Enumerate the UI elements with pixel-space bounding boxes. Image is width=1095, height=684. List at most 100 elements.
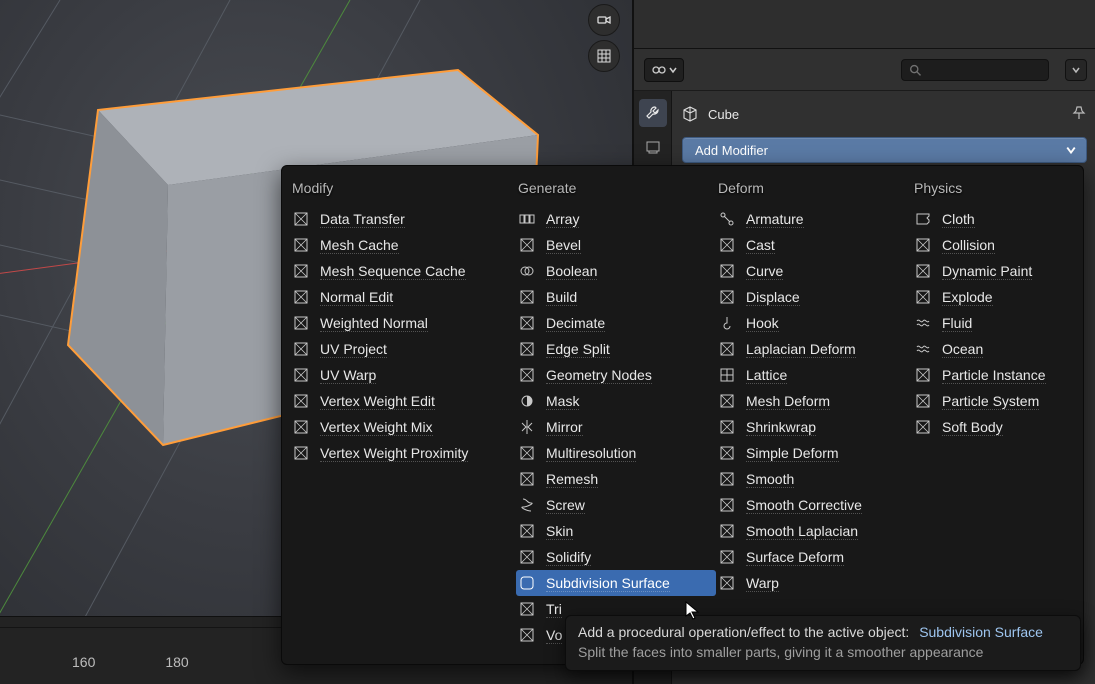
menu-item-array[interactable]: Array	[516, 206, 716, 232]
menu-item-surface-deform[interactable]: Surface Deform	[716, 544, 912, 570]
menu-item-label: Subdivision Surface	[546, 575, 670, 592]
menu-item-particle-system[interactable]: Particle System	[912, 388, 1077, 414]
menu-item-simple-deform[interactable]: Simple Deform	[716, 440, 912, 466]
fluid-icon	[914, 314, 932, 332]
menu-item-lattice[interactable]: Lattice	[716, 362, 912, 388]
mesh-cube-icon	[682, 106, 698, 122]
tab-tool[interactable]	[639, 99, 667, 127]
properties-editor-icon	[651, 62, 667, 78]
vertex-weight-edit-icon	[292, 392, 310, 410]
search-icon	[908, 62, 922, 78]
tooltip-modifier-name: Subdivision Surface	[919, 624, 1043, 640]
menu-item-subdivision-surface[interactable]: Subdivision Surface	[516, 570, 716, 596]
menu-item-soft-body[interactable]: Soft Body	[912, 414, 1077, 440]
menu-item-decimate[interactable]: Decimate	[516, 310, 716, 336]
menu-item-fluid[interactable]: Fluid	[912, 310, 1077, 336]
menu-item-smooth[interactable]: Smooth	[716, 466, 912, 492]
menu-item-label: Bevel	[546, 237, 581, 254]
timeline-tick: 160	[72, 654, 95, 678]
chevron-down-icon	[1072, 66, 1080, 74]
menu-item-label: Build	[546, 289, 577, 306]
menu-item-label: Particle System	[942, 393, 1039, 410]
add-modifier-menu[interactable]: ModifyData TransferMesh CacheMesh Sequen…	[281, 165, 1084, 665]
menu-item-displace[interactable]: Displace	[716, 284, 912, 310]
menu-item-hook[interactable]: Hook	[716, 310, 912, 336]
menu-item-shrinkwrap[interactable]: Shrinkwrap	[716, 414, 912, 440]
menu-item-skin[interactable]: Skin	[516, 518, 716, 544]
mask-icon	[519, 393, 535, 409]
menu-item-uv-warp[interactable]: UV Warp	[290, 362, 516, 388]
menu-item-ocean[interactable]: Ocean	[912, 336, 1077, 362]
menu-item-laplacian-deform[interactable]: Laplacian Deform	[716, 336, 912, 362]
menu-item-mask[interactable]: Mask	[516, 388, 716, 414]
menu-item-normal-edit[interactable]: Normal Edit	[290, 284, 516, 310]
menu-item-geometry-nodes[interactable]: Geometry Nodes	[516, 362, 716, 388]
menu-item-remesh[interactable]: Remesh	[516, 466, 716, 492]
tab-render[interactable]	[639, 133, 667, 161]
menu-item-edge-split[interactable]: Edge Split	[516, 336, 716, 362]
menu-column-header: Modify	[290, 176, 516, 206]
mask-icon	[518, 392, 536, 410]
menu-item-uv-project[interactable]: UV Project	[290, 336, 516, 362]
menu-item-boolean[interactable]: Boolean	[516, 258, 716, 284]
menu-item-mirror[interactable]: Mirror	[516, 414, 716, 440]
menu-item-label: Skin	[546, 523, 573, 540]
menu-item-mesh-sequence-cache[interactable]: Mesh Sequence Cache	[290, 258, 516, 284]
menu-item-curve[interactable]: Curve	[716, 258, 912, 284]
viewport-shading-button[interactable]	[588, 40, 620, 72]
menu-item-dynamic-paint[interactable]: Dynamic Paint	[912, 258, 1077, 284]
menu-item-label: Boolean	[546, 263, 597, 280]
menu-item-mesh-cache[interactable]: Mesh Cache	[290, 232, 516, 258]
menu-item-collision[interactable]: Collision	[912, 232, 1077, 258]
menu-item-build[interactable]: Build	[516, 284, 716, 310]
properties-options-button[interactable]	[1065, 59, 1087, 81]
menu-item-mesh-deform[interactable]: Mesh Deform	[716, 388, 912, 414]
menu-item-screw[interactable]: Screw	[516, 492, 716, 518]
bevel-icon	[518, 236, 536, 254]
menu-item-vertex-weight-edit[interactable]: Vertex Weight Edit	[290, 388, 516, 414]
menu-item-smooth-laplacian[interactable]: Smooth Laplacian	[716, 518, 912, 544]
uv-project-icon	[293, 341, 309, 357]
tooltip: Add a procedural operation/effect to the…	[565, 615, 1081, 671]
menu-item-smooth-corrective[interactable]: Smooth Corrective	[716, 492, 912, 518]
vertex-weight-edit-icon	[293, 393, 309, 409]
smooth-corrective-icon	[718, 496, 736, 514]
menu-item-label: Soft Body	[942, 419, 1003, 436]
menu-item-vertex-weight-mix[interactable]: Vertex Weight Mix	[290, 414, 516, 440]
menu-item-label: Weighted Normal	[320, 315, 428, 332]
menu-item-solidify[interactable]: Solidify	[516, 544, 716, 570]
add-modifier-label: Add Modifier	[695, 143, 768, 158]
volume-to-mesh-icon	[519, 627, 535, 643]
menu-column-generate: GenerateArray Bevel Boolean Build Decimate Ed…	[516, 176, 716, 648]
menu-item-data-transfer[interactable]: Data Transfer	[290, 206, 516, 232]
editor-type-selector[interactable]	[644, 58, 684, 82]
ocean-icon	[914, 340, 932, 358]
menu-item-cast[interactable]: Cast	[716, 232, 912, 258]
menu-item-particle-instance[interactable]: Particle Instance	[912, 362, 1077, 388]
active-object-row: Cube	[682, 99, 1087, 129]
timeline-tick: 180	[165, 654, 188, 678]
menu-item-label: Decimate	[546, 315, 605, 332]
build-icon	[518, 288, 536, 306]
array-icon	[518, 210, 536, 228]
menu-item-armature[interactable]: Armature	[716, 206, 912, 232]
menu-item-explode[interactable]: Explode	[912, 284, 1077, 310]
viewport-camera-button[interactable]	[588, 4, 620, 36]
properties-search-input[interactable]	[901, 59, 1049, 81]
normal-edit-icon	[293, 289, 309, 305]
menu-item-weighted-normal[interactable]: Weighted Normal	[290, 310, 516, 336]
menu-item-bevel[interactable]: Bevel	[516, 232, 716, 258]
mesh-deform-icon	[718, 392, 736, 410]
simple-deform-icon	[719, 445, 735, 461]
properties-search-field[interactable]	[922, 63, 1042, 77]
menu-item-cloth[interactable]: Cloth	[912, 206, 1077, 232]
menu-item-warp[interactable]: Warp	[716, 570, 912, 596]
menu-item-vertex-weight-proximity[interactable]: Vertex Weight Proximity	[290, 440, 516, 466]
add-modifier-button[interactable]: Add Modifier	[682, 137, 1087, 163]
menu-item-multiresolution[interactable]: Multiresolution	[516, 440, 716, 466]
menu-column-header: Generate	[516, 176, 716, 206]
vertex-weight-proximity-icon	[293, 445, 309, 461]
active-object-name: Cube	[708, 107, 739, 122]
pin-button[interactable]	[1071, 105, 1087, 124]
menu-item-label: Multiresolution	[546, 445, 636, 462]
